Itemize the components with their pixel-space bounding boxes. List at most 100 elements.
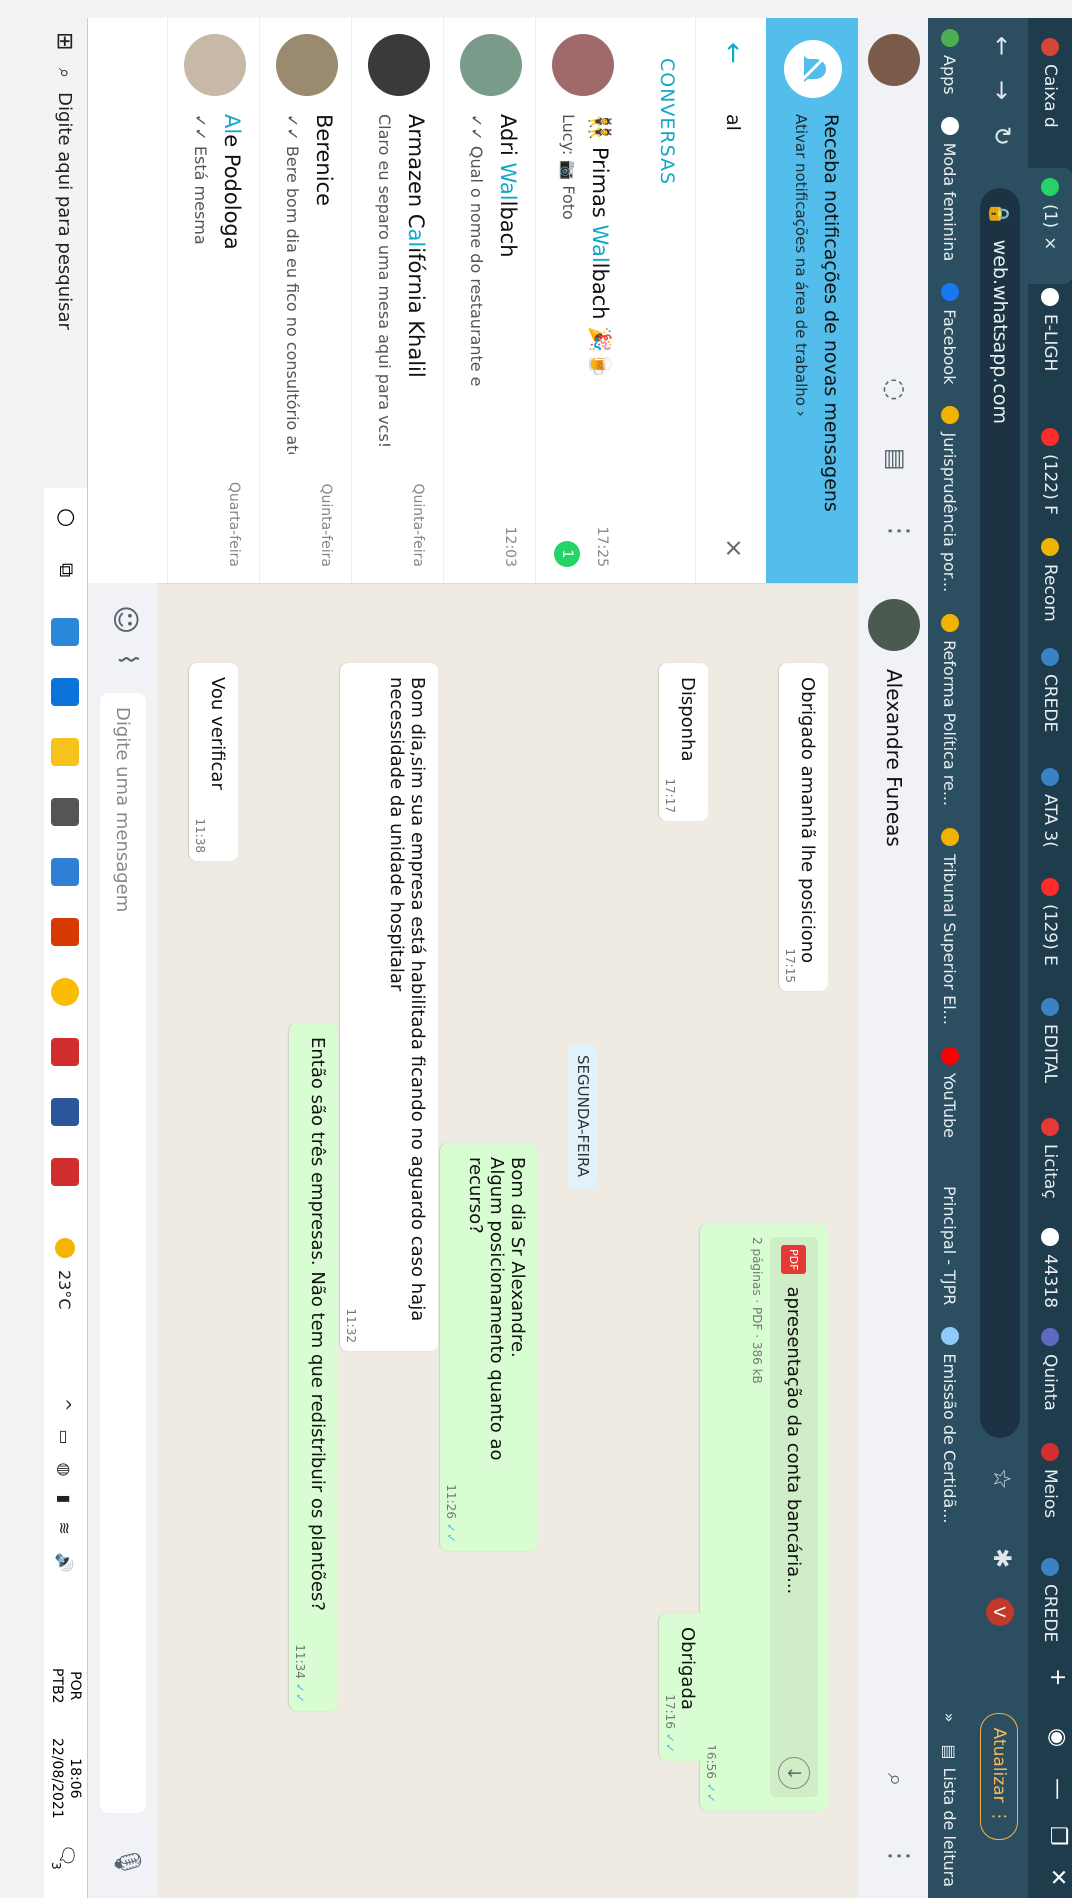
url-field[interactable]: 🔒 web.whatsapp.com [980, 188, 1020, 1438]
bookmark-item[interactable]: Tribunal Superior El... [941, 817, 960, 1036]
bookmark-item[interactable]: Principal - TJPR [941, 1149, 960, 1316]
extensions-icon[interactable]: ✱ [988, 1548, 1016, 1568]
chat-list-item[interactable]: 👯 Primas Wallbach 🎉🍺 Lucy: 📷 Foto 17:25 1 [535, 18, 628, 583]
chat-name-text: ifórnia Khalil [404, 247, 428, 378]
status-icon[interactable]: ◌ [880, 378, 910, 401]
tab-title: (1) [1040, 204, 1060, 229]
taskbar-search[interactable]: ⊞ ⌕ Digite aqui para pesquisar [44, 18, 87, 488]
cortana-icon[interactable]: ○ [54, 508, 79, 527]
minimize-icon[interactable]: — [1045, 1778, 1070, 1800]
browser-tab[interactable]: (122) F [1028, 418, 1072, 538]
pdf-attachment[interactable]: PDF apresentação da conta bancária... ↓ [770, 1237, 818, 1797]
back-icon[interactable]: ← [988, 36, 1016, 56]
tray-app-icon[interactable]: ▭ [56, 1429, 75, 1444]
chat-name-text: e Podologa [220, 134, 244, 250]
clock[interactable]: 18:06 22/08/2021 [48, 1738, 84, 1819]
browser-tab[interactable]: Recom [1028, 528, 1072, 648]
bookmark-item[interactable]: Emissão de Certidã... [941, 1316, 960, 1534]
outgoing-message[interactable]: Então são três empresas. Não tem que red… [289, 1023, 338, 1711]
outgoing-message[interactable]: Bom dia Sr Alexandre. Algum posicionament… [440, 1143, 538, 1551]
restore-icon[interactable]: ❐ [1045, 1826, 1070, 1846]
weather[interactable]: 23°C [44, 1238, 87, 1310]
outgoing-message[interactable]: PDF apresentação da conta bancária... ↓ 2 p… [700, 1223, 828, 1811]
back-arrow-icon[interactable]: ← [718, 42, 748, 64]
notification-banner[interactable]: Receba notificações de novas mensagens A… [766, 18, 858, 583]
chat-avatar [276, 34, 338, 96]
pdf-reader-icon-2[interactable] [51, 1158, 79, 1186]
chat-list-item[interactable]: Ale Podologa ✓✓ Está mesma Quarta-feira [167, 18, 260, 583]
star-icon[interactable]: ☆ [988, 1468, 1016, 1490]
chat-time: Quinta-feira [318, 483, 334, 567]
search-input[interactable]: al [722, 114, 744, 131]
bookmark-item[interactable]: Jurisprudência por... [941, 395, 960, 603]
profile-avatar[interactable]: V [986, 1598, 1014, 1626]
volume-icon[interactable]: 🔊 [56, 1553, 75, 1573]
browser-tab[interactable]: EDITAL [1028, 988, 1072, 1108]
network-icon[interactable]: ◍ [56, 1463, 75, 1477]
browser-tab[interactable]: Caixa d [1028, 28, 1072, 148]
pdf-reader-icon[interactable] [51, 1038, 79, 1066]
incoming-message[interactable]: Vou verificar 11:38 [189, 663, 238, 861]
user-avatar[interactable] [868, 34, 920, 86]
bookmark-item[interactable]: Moda feminina [941, 106, 960, 273]
browser-tab[interactable]: Licitaç [1028, 1108, 1072, 1228]
chat-list-item[interactable]: Berenice ✓✓ Bere bom dia eu fico no consu… [259, 18, 352, 583]
task-view-icon[interactable]: ⧉ [55, 563, 79, 577]
tab-search-icon[interactable]: ◉ [1045, 1728, 1070, 1747]
emoji-icon[interactable]: ☺ [109, 605, 142, 634]
notification-link[interactable]: Ativar notificações na área de trabalho … [792, 114, 810, 417]
wifi-icon[interactable]: ≋ [56, 1521, 75, 1534]
clear-search-icon[interactable]: × [720, 538, 748, 558]
browser-tab[interactable]: ATA 3( [1028, 758, 1072, 878]
browser-tab[interactable]: CREDE [1028, 1548, 1072, 1668]
bookmark-item[interactable]: Apps [941, 18, 960, 106]
tray-chevron-icon[interactable]: ^ [56, 1398, 75, 1411]
app-icon[interactable] [51, 858, 79, 886]
reading-list[interactable]: ▤ Lista de leitura [941, 1733, 960, 1898]
reload-icon[interactable]: ↻ [988, 126, 1016, 146]
new-tab-button[interactable]: + [1045, 1668, 1070, 1686]
close-window-icon[interactable]: ✕ [1045, 1868, 1070, 1886]
store-icon[interactable] [51, 798, 79, 826]
new-chat-icon[interactable]: ▤ [882, 448, 910, 471]
search-icon[interactable]: ⌕ [882, 1773, 910, 1786]
chrome-icon[interactable] [51, 978, 79, 1006]
forward-icon[interactable]: → [988, 80, 1016, 100]
update-button[interactable]: Atualizar ⋮ [980, 1712, 1018, 1840]
message-input[interactable]: Digite uma mensagem [100, 693, 146, 1813]
office-icon[interactable] [51, 918, 79, 946]
browser-tab[interactable]: (129) E [1028, 868, 1072, 988]
tab-close-icon[interactable]: × [1040, 236, 1060, 250]
browser-tab[interactable]: (1) × [1028, 168, 1072, 284]
contact-avatar[interactable] [868, 599, 920, 651]
attach-icon[interactable]: ⌇ [112, 653, 142, 666]
tab-title: ATA 3( [1040, 794, 1060, 848]
incoming-message[interactable]: Obrigado amanhã lhe posiciono 17:15 [779, 663, 828, 991]
bookmark-item[interactable]: Facebook [941, 272, 960, 395]
mail-icon[interactable] [51, 678, 79, 706]
edge-icon[interactable] [51, 618, 79, 646]
browser-tab[interactable]: Meios [1028, 1433, 1072, 1553]
download-icon[interactable]: ↓ [778, 1757, 810, 1789]
bookmark-item[interactable]: Reforma Política re... [941, 603, 960, 817]
bookmark-item[interactable]: YouTube [941, 1036, 960, 1149]
battery-icon[interactable]: ▮ [56, 1495, 75, 1504]
browser-tab[interactable]: Quinta [1028, 1318, 1072, 1438]
message-time: 17:17 [663, 778, 677, 813]
outgoing-message[interactable]: Obrigada 17:16 ✓✓ [659, 1613, 708, 1761]
microphone-icon[interactable]: 🎙 [112, 1845, 142, 1878]
chat-list-item[interactable]: Armazen Califórnia Khalil Claro eu separo… [351, 18, 444, 583]
language-indicator[interactable]: POR PTB2 [48, 1668, 84, 1704]
file-explorer-icon[interactable] [51, 738, 79, 766]
bookmarks-more[interactable]: » [941, 1702, 960, 1734]
chat-list-item[interactable]: Adri Wallbach ✓✓ Qual o nome do restauran… [443, 18, 536, 583]
incoming-message[interactable]: Disponha 17:17 [659, 663, 708, 821]
incoming-message[interactable]: Bom dia,sim sua empresa está habilitada … [340, 663, 438, 1351]
windows-start-icon[interactable]: ⊞ [53, 32, 78, 50]
browser-tab[interactable]: E-LIGH [1028, 278, 1072, 398]
conversation-header[interactable]: Alexandre Funeas ⌕ ⋮ [858, 583, 928, 1898]
browser-tab[interactable]: CREDE [1028, 638, 1072, 758]
menu-icon[interactable]: ⋮ [884, 518, 914, 544]
word-icon[interactable] [51, 1098, 79, 1126]
chat-menu-icon[interactable]: ⋮ [884, 1843, 914, 1869]
